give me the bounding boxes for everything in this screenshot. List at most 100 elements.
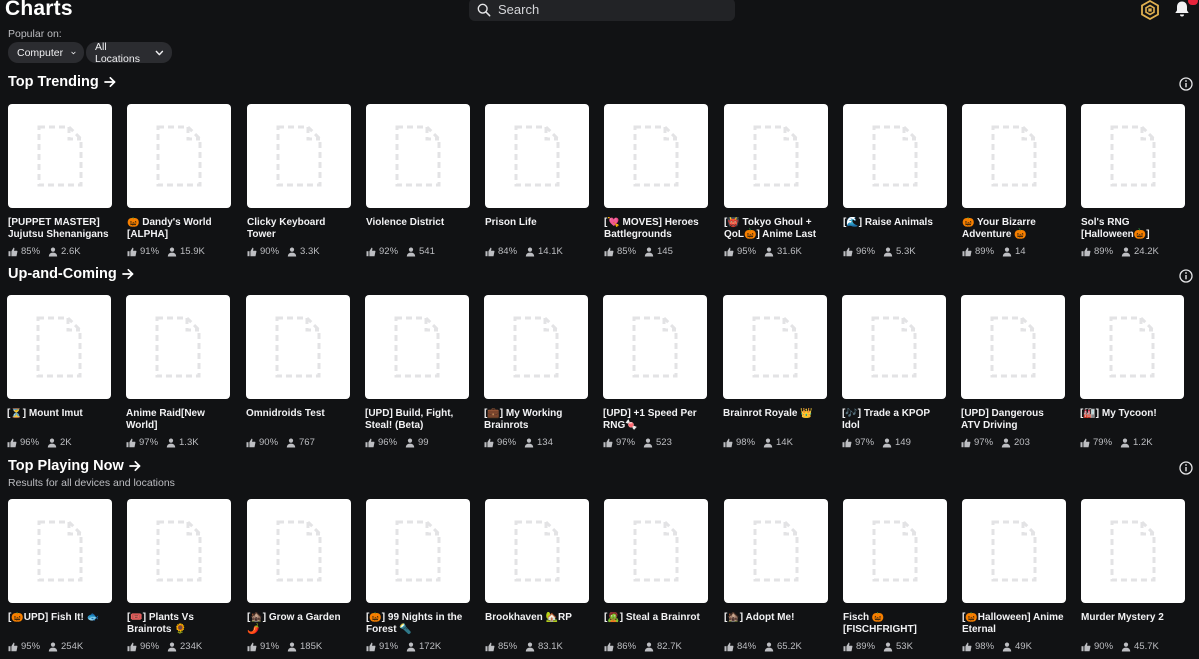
game-card[interactable]: 🎃 Your Bizarre Adventure 🎃 89% 14 bbox=[962, 104, 1066, 264]
game-card[interactable]: [🎃] 99 Nights in the Forest 🔦 91% 172K bbox=[366, 499, 470, 659]
game-title[interactable]: Murder Mystery 2 bbox=[1081, 612, 1185, 635]
game-title[interactable]: Prison Life bbox=[485, 217, 589, 240]
game-thumbnail[interactable] bbox=[366, 499, 470, 603]
game-thumbnail[interactable] bbox=[246, 295, 350, 399]
game-thumbnail[interactable] bbox=[1080, 295, 1184, 399]
robux-icon[interactable] bbox=[1140, 0, 1160, 20]
game-thumbnail[interactable] bbox=[8, 499, 112, 603]
info-icon[interactable] bbox=[1179, 461, 1193, 475]
game-thumbnail[interactable] bbox=[962, 499, 1066, 603]
game-card[interactable]: [UPD] Dangerous ATV Driving 97% 203 bbox=[961, 295, 1065, 455]
game-thumbnail[interactable] bbox=[603, 295, 707, 399]
game-title[interactable]: Anime Raid[New World] bbox=[126, 408, 230, 431]
game-thumbnail[interactable] bbox=[365, 295, 469, 399]
game-title[interactable]: Brainrot Royale 👑 bbox=[723, 408, 827, 431]
game-title[interactable]: Omnidroids Test bbox=[246, 408, 350, 431]
game-card[interactable]: [UPD] Build, Fight, Steal! (Beta) 96% 99 bbox=[365, 295, 469, 455]
section-title-link[interactable]: Top Playing Now bbox=[8, 458, 141, 474]
info-icon[interactable] bbox=[1179, 269, 1193, 283]
game-title[interactable]: [💼] My Working Brainrots bbox=[484, 408, 588, 431]
game-title[interactable]: [UPD] +1 Speed Per RNG🍬 bbox=[603, 408, 707, 431]
game-thumbnail[interactable] bbox=[604, 104, 708, 208]
game-thumbnail[interactable] bbox=[843, 499, 947, 603]
game-thumbnail[interactable] bbox=[723, 295, 827, 399]
game-card[interactable]: [💘 MOVES] Heroes Battlegrounds 85% 145 bbox=[604, 104, 708, 264]
game-thumbnail[interactable] bbox=[485, 104, 589, 208]
game-card[interactable]: [⏳] Mount Imut 96% 2K bbox=[7, 295, 111, 455]
game-thumbnail[interactable] bbox=[604, 499, 708, 603]
game-card[interactable]: [PUPPET MASTER] Jujutsu Shenanigans 85% 2.… bbox=[8, 104, 112, 264]
info-icon[interactable] bbox=[1179, 77, 1193, 91]
game-thumbnail[interactable] bbox=[1081, 499, 1185, 603]
game-thumbnail[interactable] bbox=[127, 104, 231, 208]
game-card[interactable]: [🎟️] Plants Vs Brainrots 🌻 96% 234K bbox=[127, 499, 231, 659]
game-card[interactable]: [🏚️] Adopt Me! 84% 65.2K bbox=[724, 499, 828, 659]
location-filter-dropdown[interactable]: All Locations bbox=[86, 41, 172, 65]
game-title[interactable]: [🌊] Raise Animals bbox=[843, 217, 947, 240]
game-card[interactable]: Omnidroids Test 90% 767 bbox=[246, 295, 350, 455]
game-title[interactable]: Fisch 🎃 [FISCHFRIGHT] bbox=[843, 612, 947, 635]
game-thumbnail[interactable] bbox=[485, 499, 589, 603]
game-title[interactable]: [🏚️] Grow a Garden 🌶️ bbox=[247, 612, 351, 635]
game-title[interactable]: [🏚️] Adopt Me! bbox=[724, 612, 828, 635]
game-card[interactable]: [🎃Halloween] Anime Eternal 98% 49K bbox=[962, 499, 1066, 659]
game-thumbnail[interactable] bbox=[961, 295, 1065, 399]
game-thumbnail[interactable] bbox=[1081, 104, 1185, 208]
game-title[interactable]: [🎟️] Plants Vs Brainrots 🌻 bbox=[127, 612, 231, 635]
search-bar[interactable] bbox=[469, 0, 735, 21]
game-title[interactable]: [UPD] Dangerous ATV Driving bbox=[961, 408, 1065, 431]
game-card[interactable]: [🏭] My Tycoon! 79% 1.2K bbox=[1080, 295, 1184, 455]
game-card[interactable]: Clicky Keyboard Tower 90% 3.3K bbox=[247, 104, 351, 264]
device-filter-dropdown[interactable]: Computer bbox=[8, 42, 84, 63]
game-title[interactable]: Violence District bbox=[366, 217, 470, 240]
game-thumbnail[interactable] bbox=[843, 104, 947, 208]
section-title-link[interactable]: Up-and-Coming bbox=[8, 266, 134, 282]
game-title[interactable]: [🎃UPD] Fish It! 🐟 bbox=[8, 612, 112, 635]
game-title[interactable]: [🧟] Steal a Brainrot bbox=[604, 612, 708, 635]
game-thumbnail[interactable] bbox=[247, 499, 351, 603]
game-title[interactable]: [🎃Halloween] Anime Eternal bbox=[962, 612, 1066, 635]
game-card[interactable]: [🧟] Steal a Brainrot 86% 82.7K bbox=[604, 499, 708, 659]
game-card[interactable]: [🏚️] Grow a Garden 🌶️ 91% 185K bbox=[247, 499, 351, 659]
game-card[interactable]: Sol's RNG [Halloween🎃] 89% 24.2K bbox=[1081, 104, 1185, 264]
game-title[interactable]: Sol's RNG [Halloween🎃] bbox=[1081, 217, 1185, 240]
game-title[interactable]: [👹 Tokyo Ghoul + QoL🎃] Anime Last Stand bbox=[724, 217, 828, 240]
game-title[interactable]: Brookhaven 🏡RP bbox=[485, 612, 589, 635]
game-thumbnail[interactable] bbox=[724, 104, 828, 208]
game-thumbnail[interactable] bbox=[247, 104, 351, 208]
search-input[interactable] bbox=[498, 2, 718, 17]
game-thumbnail[interactable] bbox=[8, 104, 112, 208]
game-title[interactable]: [⏳] Mount Imut bbox=[7, 408, 111, 431]
game-card[interactable]: Brookhaven 🏡RP 85% 83.1K bbox=[485, 499, 589, 659]
game-card[interactable]: [👹 Tokyo Ghoul + QoL🎃] Anime Last Stand 9… bbox=[724, 104, 828, 264]
game-title[interactable]: 🎃 Your Bizarre Adventure 🎃 bbox=[962, 217, 1066, 240]
game-card[interactable]: [🎃UPD] Fish It! 🐟 95% 254K bbox=[8, 499, 112, 659]
game-title[interactable]: [UPD] Build, Fight, Steal! (Beta) bbox=[365, 408, 469, 431]
game-thumbnail[interactable] bbox=[724, 499, 828, 603]
game-thumbnail[interactable] bbox=[7, 295, 111, 399]
game-title[interactable]: [💘 MOVES] Heroes Battlegrounds bbox=[604, 217, 708, 240]
game-card[interactable]: [🌊] Raise Animals 96% 5.3K bbox=[843, 104, 947, 264]
game-card[interactable]: Fisch 🎃 [FISCHFRIGHT] 89% 53K bbox=[843, 499, 947, 659]
game-title[interactable]: [🎃] 99 Nights in the Forest 🔦 bbox=[366, 612, 470, 635]
game-card[interactable]: Brainrot Royale 👑 98% 14K bbox=[723, 295, 827, 455]
game-title[interactable]: [PUPPET MASTER] Jujutsu Shenanigans bbox=[8, 217, 112, 240]
game-card[interactable]: 🎃 Dandy's World [ALPHA] 91% 15.9K bbox=[127, 104, 231, 264]
game-card[interactable]: Anime Raid[New World] 97% 1.3K bbox=[126, 295, 230, 455]
game-card[interactable]: Violence District 92% 541 bbox=[366, 104, 470, 264]
game-card[interactable]: [UPD] +1 Speed Per RNG🍬 97% 523 bbox=[603, 295, 707, 455]
section-title-link[interactable]: Top Trending bbox=[8, 74, 116, 90]
game-thumbnail[interactable] bbox=[127, 499, 231, 603]
game-card[interactable]: [🎶] Trade a KPOP Idol 97% 149 bbox=[842, 295, 946, 455]
game-thumbnail[interactable] bbox=[366, 104, 470, 208]
game-title[interactable]: [🏭] My Tycoon! bbox=[1080, 408, 1184, 431]
game-thumbnail[interactable] bbox=[842, 295, 946, 399]
game-card[interactable]: [💼] My Working Brainrots 96% 134 bbox=[484, 295, 588, 455]
game-card[interactable]: Murder Mystery 2 90% 45.7K bbox=[1081, 499, 1185, 659]
game-title[interactable]: Clicky Keyboard Tower bbox=[247, 217, 351, 240]
game-title[interactable]: [🎶] Trade a KPOP Idol bbox=[842, 408, 946, 431]
game-thumbnail[interactable] bbox=[126, 295, 230, 399]
game-card[interactable]: Prison Life 84% 14.1K bbox=[485, 104, 589, 264]
game-thumbnail[interactable] bbox=[962, 104, 1066, 208]
game-thumbnail[interactable] bbox=[484, 295, 588, 399]
